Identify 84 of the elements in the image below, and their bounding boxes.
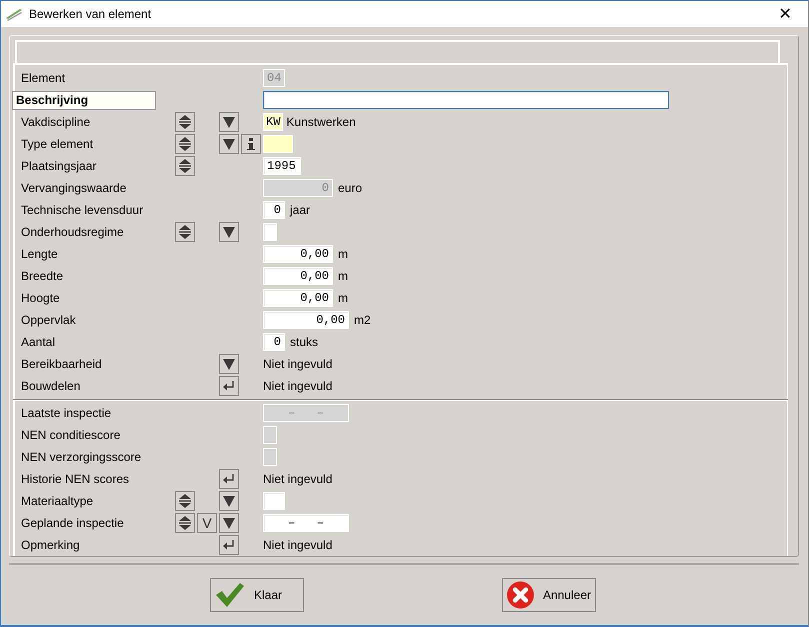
input-field[interactable]: 0,00	[263, 311, 349, 329]
input-field[interactable]: 1995	[263, 157, 301, 175]
up-down-arrows-icon	[177, 158, 193, 174]
checkmark-icon	[215, 582, 245, 608]
field-label: Breedte	[20, 269, 64, 283]
spin-button[interactable]	[175, 156, 195, 176]
input-field[interactable]: 0,00	[263, 245, 333, 263]
field-label: Opmerking	[20, 538, 80, 552]
caret-icon	[222, 357, 236, 371]
input-field[interactable]	[263, 91, 669, 109]
value-text: Niet ingevuld	[263, 379, 332, 393]
field-label: Technische levensduur	[20, 203, 144, 217]
field-label: Onderhoudsregime	[20, 225, 124, 239]
unit-label: m	[338, 269, 348, 283]
field-label: Element	[20, 71, 66, 85]
caret-icon	[222, 225, 236, 239]
color-swatch	[263, 135, 293, 153]
return-arrow-icon	[222, 473, 236, 485]
input-field[interactable]: 0,00	[263, 289, 333, 307]
field-label: Oppervlak	[20, 313, 76, 327]
field-label: Type element	[20, 137, 94, 151]
field-label: NEN conditiescore	[20, 428, 120, 442]
spin-button[interactable]	[175, 112, 195, 132]
field-label: Vervangingswaarde	[20, 181, 126, 195]
field-label: NEN verzorgingsscore	[20, 450, 142, 464]
up-down-arrows-icon	[177, 224, 193, 240]
value-text: Kunstwerken	[286, 115, 356, 129]
field-label: Bouwdelen	[20, 379, 80, 393]
unit-label: stuks	[290, 335, 318, 349]
info-icon	[245, 137, 257, 151]
dropdown-button[interactable]	[219, 491, 239, 511]
value-text: Niet ingevuld	[263, 538, 332, 552]
field-label: Hoogte	[20, 291, 60, 305]
field-label: Plaatsingsjaar	[20, 159, 96, 173]
field-label: Aantal	[20, 335, 56, 349]
field-label: Beschrijving	[12, 90, 156, 110]
input-field[interactable]: 0	[263, 333, 285, 351]
spin-button[interactable]	[175, 134, 195, 154]
unit-label: jaar	[290, 203, 310, 217]
unit-label: m	[338, 247, 348, 261]
unit-label: euro	[338, 181, 362, 195]
field-label: Vakdiscipline	[20, 115, 90, 129]
up-down-arrows-icon	[177, 114, 193, 130]
value-text: Niet ingevuld	[263, 472, 332, 486]
spin-button[interactable]	[175, 513, 195, 533]
field-label: Materiaaltype	[20, 494, 94, 508]
up-down-arrows-icon	[177, 493, 193, 509]
input-field[interactable]: 0,00	[263, 267, 333, 285]
dropdown-button[interactable]	[219, 354, 239, 374]
code-badge: KW	[263, 113, 284, 131]
enter-button[interactable]	[219, 469, 239, 489]
field-label: Laatste inspectie	[20, 406, 112, 420]
field-label: Geplande inspectie	[20, 516, 124, 530]
dropdown-button[interactable]	[219, 134, 239, 154]
field-label: Historie NEN scores	[20, 472, 130, 486]
unit-label: m	[338, 291, 348, 305]
window-title: Bewerken van element	[29, 7, 152, 21]
info-button[interactable]	[241, 134, 261, 154]
ok-button[interactable]: Klaar	[210, 578, 304, 612]
field-label: Bereikbaarheid	[20, 357, 102, 371]
cancel-button[interactable]: Annuleer	[502, 578, 596, 612]
input-field[interactable]: 0	[263, 201, 285, 219]
input-field[interactable]: – –	[263, 514, 349, 532]
caret-icon	[222, 137, 236, 151]
caret-icon	[222, 494, 236, 508]
close-icon	[507, 580, 534, 610]
value-text: Niet ingevuld	[263, 357, 332, 371]
spin-button[interactable]	[175, 222, 195, 242]
dropdown-button[interactable]	[219, 222, 239, 242]
up-down-arrows-icon	[177, 515, 193, 531]
app-icon	[5, 7, 23, 21]
dropdown-button[interactable]	[219, 513, 239, 533]
return-arrow-icon	[222, 539, 236, 551]
dropdown-button[interactable]	[219, 112, 239, 132]
return-arrow-icon	[222, 380, 236, 392]
enter-button[interactable]	[219, 376, 239, 396]
field-label: Lengte	[20, 247, 58, 261]
v-button[interactable]: V	[197, 513, 217, 533]
unit-label: m2	[354, 313, 371, 327]
up-down-arrows-icon	[177, 136, 193, 152]
caret-icon	[222, 115, 236, 129]
spin-button[interactable]	[175, 491, 195, 511]
enter-button[interactable]	[219, 535, 239, 555]
caret-icon	[222, 516, 236, 530]
